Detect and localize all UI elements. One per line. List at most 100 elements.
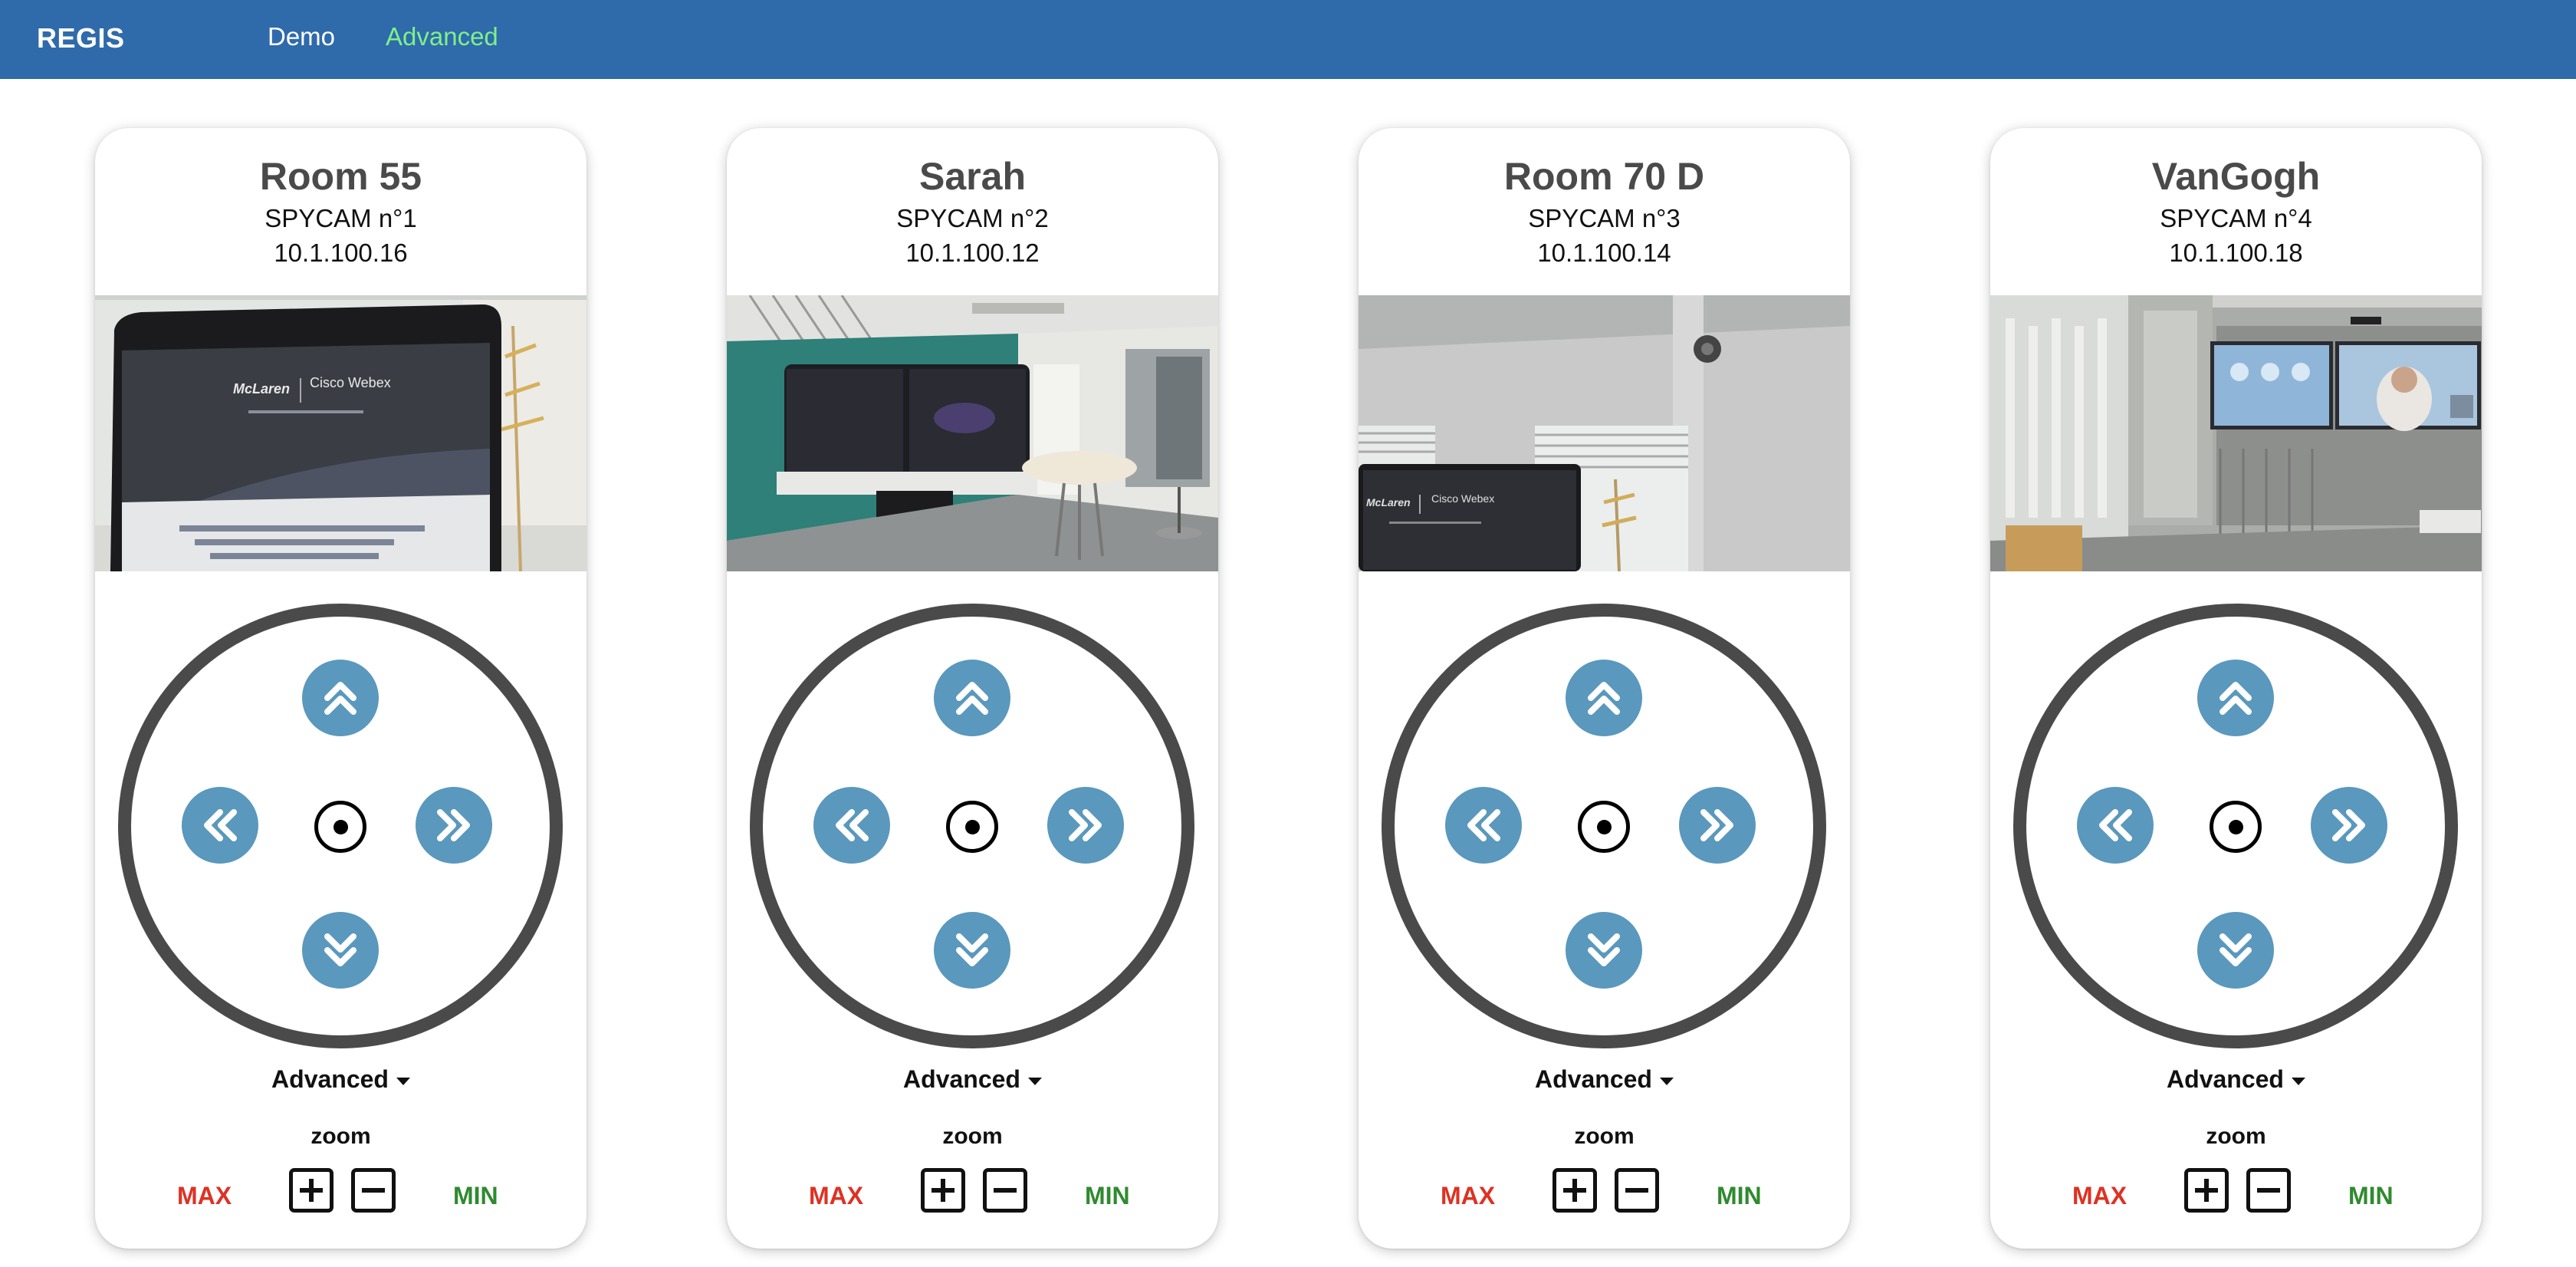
camera-ip: 10.1.100.18 bbox=[2169, 239, 2303, 267]
pan-left-button[interactable] bbox=[1445, 787, 1522, 864]
caret-down-icon bbox=[1027, 1077, 1042, 1085]
zoom-max-button[interactable]: MAX bbox=[177, 1182, 232, 1210]
chevrons-down-icon bbox=[1588, 933, 1620, 966]
zoom-min-button[interactable]: MIN bbox=[1085, 1182, 1130, 1210]
zoom-max-button[interactable]: MAX bbox=[1441, 1182, 1495, 1210]
room-name: VanGogh bbox=[2151, 155, 2321, 198]
pan-right-button[interactable] bbox=[1047, 787, 1124, 864]
svg-text:McLaren: McLaren bbox=[233, 381, 290, 397]
svg-text:McLaren: McLaren bbox=[1366, 496, 1411, 508]
zoom-min-button[interactable]: MIN bbox=[453, 1182, 498, 1210]
zoom-in-button[interactable] bbox=[289, 1168, 334, 1213]
pan-right-button[interactable] bbox=[416, 787, 492, 864]
plus-square-icon bbox=[300, 1179, 323, 1202]
tilt-down-button[interactable] bbox=[934, 912, 1010, 989]
center-home-button[interactable] bbox=[314, 801, 366, 853]
camera-ip: 10.1.100.12 bbox=[905, 239, 1040, 267]
chevrons-right-icon bbox=[437, 809, 470, 841]
zoom-out-button[interactable] bbox=[1615, 1168, 1659, 1213]
zoom-in-button[interactable] bbox=[921, 1168, 965, 1213]
advanced-label: Advanced bbox=[2167, 1065, 2284, 1093]
camera-ip: 10.1.100.14 bbox=[1537, 239, 1671, 267]
top-navbar: REGIS Demo Advanced bbox=[0, 0, 2576, 79]
center-home-button[interactable] bbox=[1578, 801, 1630, 853]
pan-left-button[interactable] bbox=[182, 787, 258, 864]
tilt-down-button[interactable] bbox=[302, 912, 379, 989]
camera-feed bbox=[1990, 295, 2482, 571]
zoom-label: zoom bbox=[1574, 1124, 1635, 1149]
advanced-dropdown-toggle[interactable]: Advanced bbox=[95, 1065, 586, 1094]
advanced-dropdown-toggle[interactable]: Advanced bbox=[727, 1065, 1218, 1094]
camera-label: SPYCAM n°4 bbox=[2160, 204, 2312, 232]
zoom-min-button[interactable]: MIN bbox=[2348, 1182, 2394, 1210]
zoom-out-button[interactable] bbox=[983, 1168, 1027, 1213]
nav-link-advanced[interactable]: Advanced bbox=[386, 0, 498, 74]
minus-square-icon bbox=[2257, 1188, 2280, 1193]
zoom-out-button[interactable] bbox=[2246, 1168, 2291, 1213]
chevrons-left-icon bbox=[1467, 809, 1500, 841]
chevrons-left-icon bbox=[204, 809, 237, 841]
camera-feed: McLaren Cisco Webex bbox=[95, 295, 586, 571]
target-icon bbox=[964, 819, 980, 834]
zoom-out-button[interactable] bbox=[351, 1168, 396, 1213]
svg-text:Cisco Webex: Cisco Webex bbox=[1431, 492, 1494, 505]
chevrons-up-icon bbox=[324, 682, 356, 715]
camera-card-4: VanGogh SPYCAM n°4 10.1.100.18 Advanced … bbox=[1990, 128, 2482, 1249]
pan-left-button[interactable] bbox=[813, 787, 890, 864]
zoom-max-button[interactable]: MAX bbox=[2072, 1182, 2127, 1210]
minus-square-icon bbox=[1625, 1188, 1648, 1193]
chevrons-right-icon bbox=[1069, 809, 1102, 841]
chevrons-right-icon bbox=[2332, 809, 2365, 841]
advanced-label: Advanced bbox=[271, 1065, 389, 1093]
pan-right-button[interactable] bbox=[2311, 787, 2387, 864]
camera-feed bbox=[727, 295, 1218, 571]
caret-down-icon bbox=[396, 1077, 410, 1085]
ptz-control-ring bbox=[118, 604, 563, 1048]
advanced-dropdown-toggle[interactable]: Advanced bbox=[1990, 1065, 2482, 1094]
tilt-down-button[interactable] bbox=[2197, 912, 2274, 989]
nav-link-demo[interactable]: Demo bbox=[268, 0, 335, 74]
chevrons-up-icon bbox=[956, 682, 988, 715]
caret-down-icon bbox=[1659, 1077, 1674, 1085]
chevrons-down-icon bbox=[2220, 933, 2252, 966]
camera-ip: 10.1.100.16 bbox=[274, 239, 408, 267]
plus-square-icon bbox=[1563, 1179, 1586, 1202]
tilt-up-button[interactable] bbox=[934, 660, 1010, 736]
advanced-label: Advanced bbox=[1535, 1065, 1652, 1093]
camera-feed: McLaren Cisco Webex bbox=[1359, 295, 1850, 571]
zoom-max-button[interactable]: MAX bbox=[809, 1182, 863, 1210]
tilt-up-button[interactable] bbox=[1566, 660, 1642, 736]
chevrons-down-icon bbox=[324, 933, 356, 966]
zoom-min-button[interactable]: MIN bbox=[1717, 1182, 1762, 1210]
tilt-up-button[interactable] bbox=[2197, 660, 2274, 736]
tilt-up-button[interactable] bbox=[302, 660, 379, 736]
ptz-control-ring bbox=[2013, 604, 2458, 1048]
camera-label: SPYCAM n°1 bbox=[264, 204, 417, 232]
caret-down-icon bbox=[2291, 1077, 2305, 1085]
chevrons-up-icon bbox=[1588, 682, 1620, 715]
zoom-in-button[interactable] bbox=[1552, 1168, 1597, 1213]
camera-card-1: Room 55 SPYCAM n°1 10.1.100.16 McLaren C… bbox=[95, 128, 586, 1249]
plus-square-icon bbox=[2195, 1179, 2218, 1202]
chevrons-left-icon bbox=[2099, 809, 2132, 841]
brand-logo[interactable]: REGIS bbox=[37, 0, 125, 77]
zoom-in-button[interactable] bbox=[2184, 1168, 2229, 1213]
ptz-control-ring bbox=[1382, 604, 1826, 1048]
svg-text:Cisco Webex: Cisco Webex bbox=[310, 375, 391, 390]
camera-card-2: Sarah SPYCAM n°2 10.1.100.12 Advanced zo… bbox=[727, 128, 1218, 1249]
pan-right-button[interactable] bbox=[1679, 787, 1756, 864]
center-home-button[interactable] bbox=[946, 801, 998, 853]
ptz-control-ring bbox=[750, 604, 1194, 1048]
camera-label: SPYCAM n°3 bbox=[1528, 204, 1681, 232]
chevrons-down-icon bbox=[956, 933, 988, 966]
target-icon bbox=[2228, 819, 2243, 834]
room-name: Room 70 D bbox=[1503, 155, 1705, 198]
target-icon bbox=[1596, 819, 1612, 834]
tilt-down-button[interactable] bbox=[1566, 912, 1642, 989]
zoom-label: zoom bbox=[310, 1124, 371, 1149]
advanced-dropdown-toggle[interactable]: Advanced bbox=[1359, 1065, 1850, 1094]
center-home-button[interactable] bbox=[2210, 801, 2262, 853]
target-icon bbox=[333, 819, 348, 834]
pan-left-button[interactable] bbox=[2077, 787, 2154, 864]
chevrons-right-icon bbox=[1700, 809, 1733, 841]
